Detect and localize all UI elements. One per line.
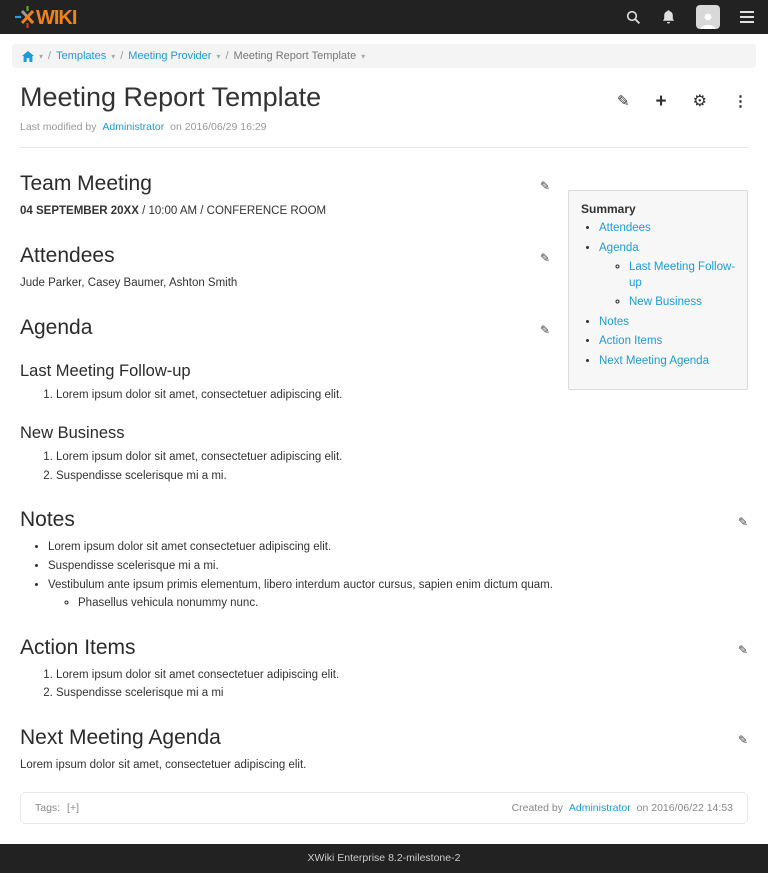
page-actions: ✎ + ⚙ ⋮ (617, 92, 748, 111)
user-avatar[interactable] (696, 5, 720, 29)
breadcrumb: ▾ / Templates ▾ / Meeting Provider ▾ / M… (12, 44, 756, 68)
toc-link-new-business[interactable]: New Business (629, 296, 702, 308)
list-item: Lorem ipsum dolor sit amet consectetuer … (56, 668, 748, 684)
summary-sublist: Last Meeting Follow-up New Business (599, 260, 739, 311)
chevron-down-icon[interactable]: ▾ (111, 52, 115, 61)
notifications-bell-icon[interactable] (661, 9, 676, 25)
version-label: XWiki Enterprise 8.2-milestone-2 (308, 852, 461, 864)
add-tag-button[interactable]: [+] (67, 802, 79, 814)
list-item: Suspendisse scelerisque mi a mi (56, 686, 748, 702)
list-subitem: Phasellus vehicula nonummy nunc. (78, 596, 748, 612)
tags-label: Tags: (35, 802, 60, 814)
list-item: Lorem ipsum dolor sit amet consectetuer … (48, 540, 748, 556)
more-actions-kebab-icon[interactable]: ⋮ (733, 94, 748, 109)
created-user-link[interactable]: Administrator (569, 802, 631, 814)
list-item: Suspendisse scelerisque mi a mi. (56, 469, 748, 485)
list-item: Lorem ipsum dolor sit amet, consectetuer… (56, 388, 748, 404)
toc-link-action-items[interactable]: Action Items (599, 335, 662, 347)
breadcrumb-link-meeting-provider[interactable]: Meeting Provider (128, 50, 211, 62)
section-edit-icon[interactable]: ✎ (738, 732, 748, 748)
gear-icon[interactable]: ⚙ (693, 94, 707, 110)
section-edit-icon[interactable]: ✎ (738, 514, 748, 530)
notes-sublist: Phasellus vehicula nonummy nunc. (48, 596, 748, 612)
created-by-line: Created by Administrator on 2016/06/22 1… (512, 802, 733, 814)
navbar-actions (626, 5, 754, 29)
document-footer: Tags: [+] Created by Administrator on 20… (20, 792, 748, 824)
toc-subitem: Last Meeting Follow-up (629, 260, 739, 291)
breadcrumb-separator: / (120, 50, 123, 62)
section-edit-icon[interactable]: ✎ (540, 178, 550, 194)
list-item: Lorem ipsum dolor sit amet, consectetuer… (56, 450, 748, 466)
edit-page-icon[interactable]: ✎ (617, 94, 630, 109)
chevron-down-icon[interactable]: ▾ (39, 52, 43, 61)
top-navbar: WIKI (0, 0, 768, 34)
heading-team-meeting-label: Team Meeting (20, 172, 152, 195)
list-item-text: Vestibulum ante ipsum primis elementum, … (48, 579, 553, 591)
heading-next-meeting-agenda: ✎ Next Meeting Agenda (20, 724, 748, 752)
xwiki-logo[interactable]: WIKI (14, 5, 84, 29)
breadcrumb-separator: / (48, 50, 51, 62)
notes-list: Lorem ipsum dolor sit amet consectetuer … (20, 540, 748, 611)
heading-action-items: ✎ Action Items (20, 634, 748, 662)
heading-new-business: New Business (20, 422, 748, 444)
section-edit-icon[interactable]: ✎ (540, 322, 550, 338)
toc-link-agenda[interactable]: Agenda (599, 242, 639, 254)
chevron-down-icon[interactable]: ▾ (216, 52, 220, 61)
meeting-time-location: / 10:00 AM / CONFERENCE ROOM (139, 205, 326, 217)
breadcrumb-link-templates[interactable]: Templates (56, 50, 106, 62)
toc-item: Action Items (599, 334, 739, 350)
toc-link-last-meeting[interactable]: Last Meeting Follow-up (629, 261, 735, 289)
summary-title: Summary (581, 201, 739, 217)
section-edit-icon[interactable]: ✎ (540, 250, 550, 266)
created-prefix: Created by (512, 802, 563, 814)
menu-hamburger-icon[interactable] (740, 11, 754, 23)
version-footer-bar: XWiki Enterprise 8.2-milestone-2 (0, 844, 768, 873)
summary-list: Attendees Agenda Last Meeting Follow-up … (581, 221, 739, 369)
next-meeting-text: Lorem ipsum dolor sit amet, consectetuer… (20, 758, 748, 774)
home-icon[interactable] (22, 51, 34, 62)
document-content: Summary Attendees Agenda Last Meeting Fo… (20, 170, 748, 774)
heading-next-meeting-label: Next Meeting Agenda (20, 726, 221, 749)
toc-item: Agenda Last Meeting Follow-up New Busine… (599, 241, 739, 311)
toc-subitem: New Business (629, 295, 739, 311)
toc-link-next-meeting[interactable]: Next Meeting Agenda (599, 355, 709, 367)
modified-prefix: Last modified by (20, 121, 96, 133)
toc-link-notes[interactable]: Notes (599, 316, 629, 328)
page-title: Meeting Report Template (20, 82, 321, 113)
heading-attendees-label: Attendees (20, 244, 115, 267)
toc-item: Notes (599, 315, 739, 331)
heading-notes-label: Notes (20, 508, 75, 531)
modified-date: on 2016/06/29 16:29 (170, 121, 266, 133)
search-icon[interactable] (626, 10, 641, 25)
last-modified-line: Last modified by Administrator on 2016/0… (20, 121, 748, 133)
breadcrumb-current-page: Meeting Report Template (234, 50, 357, 62)
section-edit-icon[interactable]: ✎ (738, 642, 748, 658)
toc-item: Attendees (599, 221, 739, 237)
header-divider (20, 147, 748, 148)
xwiki-logo-icon: WIKI (14, 5, 84, 29)
tags-area: Tags: [+] (35, 802, 79, 814)
breadcrumb-separator: / (225, 50, 228, 62)
meeting-date: 04 SEPTEMBER 20XX (20, 205, 139, 217)
last-meeting-list: Lorem ipsum dolor sit amet, consectetuer… (20, 388, 748, 404)
heading-action-items-label: Action Items (20, 636, 136, 659)
created-date: on 2016/06/22 14:53 (637, 802, 733, 814)
heading-agenda-label: Agenda (20, 316, 92, 339)
page-header: Meeting Report Template ✎ + ⚙ ⋮ (20, 82, 748, 113)
toc-item: Next Meeting Agenda (599, 354, 739, 370)
add-page-icon[interactable]: + (656, 92, 667, 111)
chevron-down-icon[interactable]: ▾ (361, 52, 365, 61)
new-business-list: Lorem ipsum dolor sit amet, consectetuer… (20, 450, 748, 484)
modified-user-link[interactable]: Administrator (102, 121, 164, 133)
svg-text:WIKI: WIKI (36, 7, 77, 29)
list-item: Suspendisse scelerisque mi a mi. (48, 559, 748, 575)
heading-notes: ✎ Notes (20, 506, 748, 534)
list-item: Vestibulum ante ipsum primis elementum, … (48, 578, 748, 612)
toc-link-attendees[interactable]: Attendees (599, 222, 651, 234)
summary-toc-panel: Summary Attendees Agenda Last Meeting Fo… (568, 190, 748, 390)
action-items-list: Lorem ipsum dolor sit amet consectetuer … (20, 668, 748, 702)
